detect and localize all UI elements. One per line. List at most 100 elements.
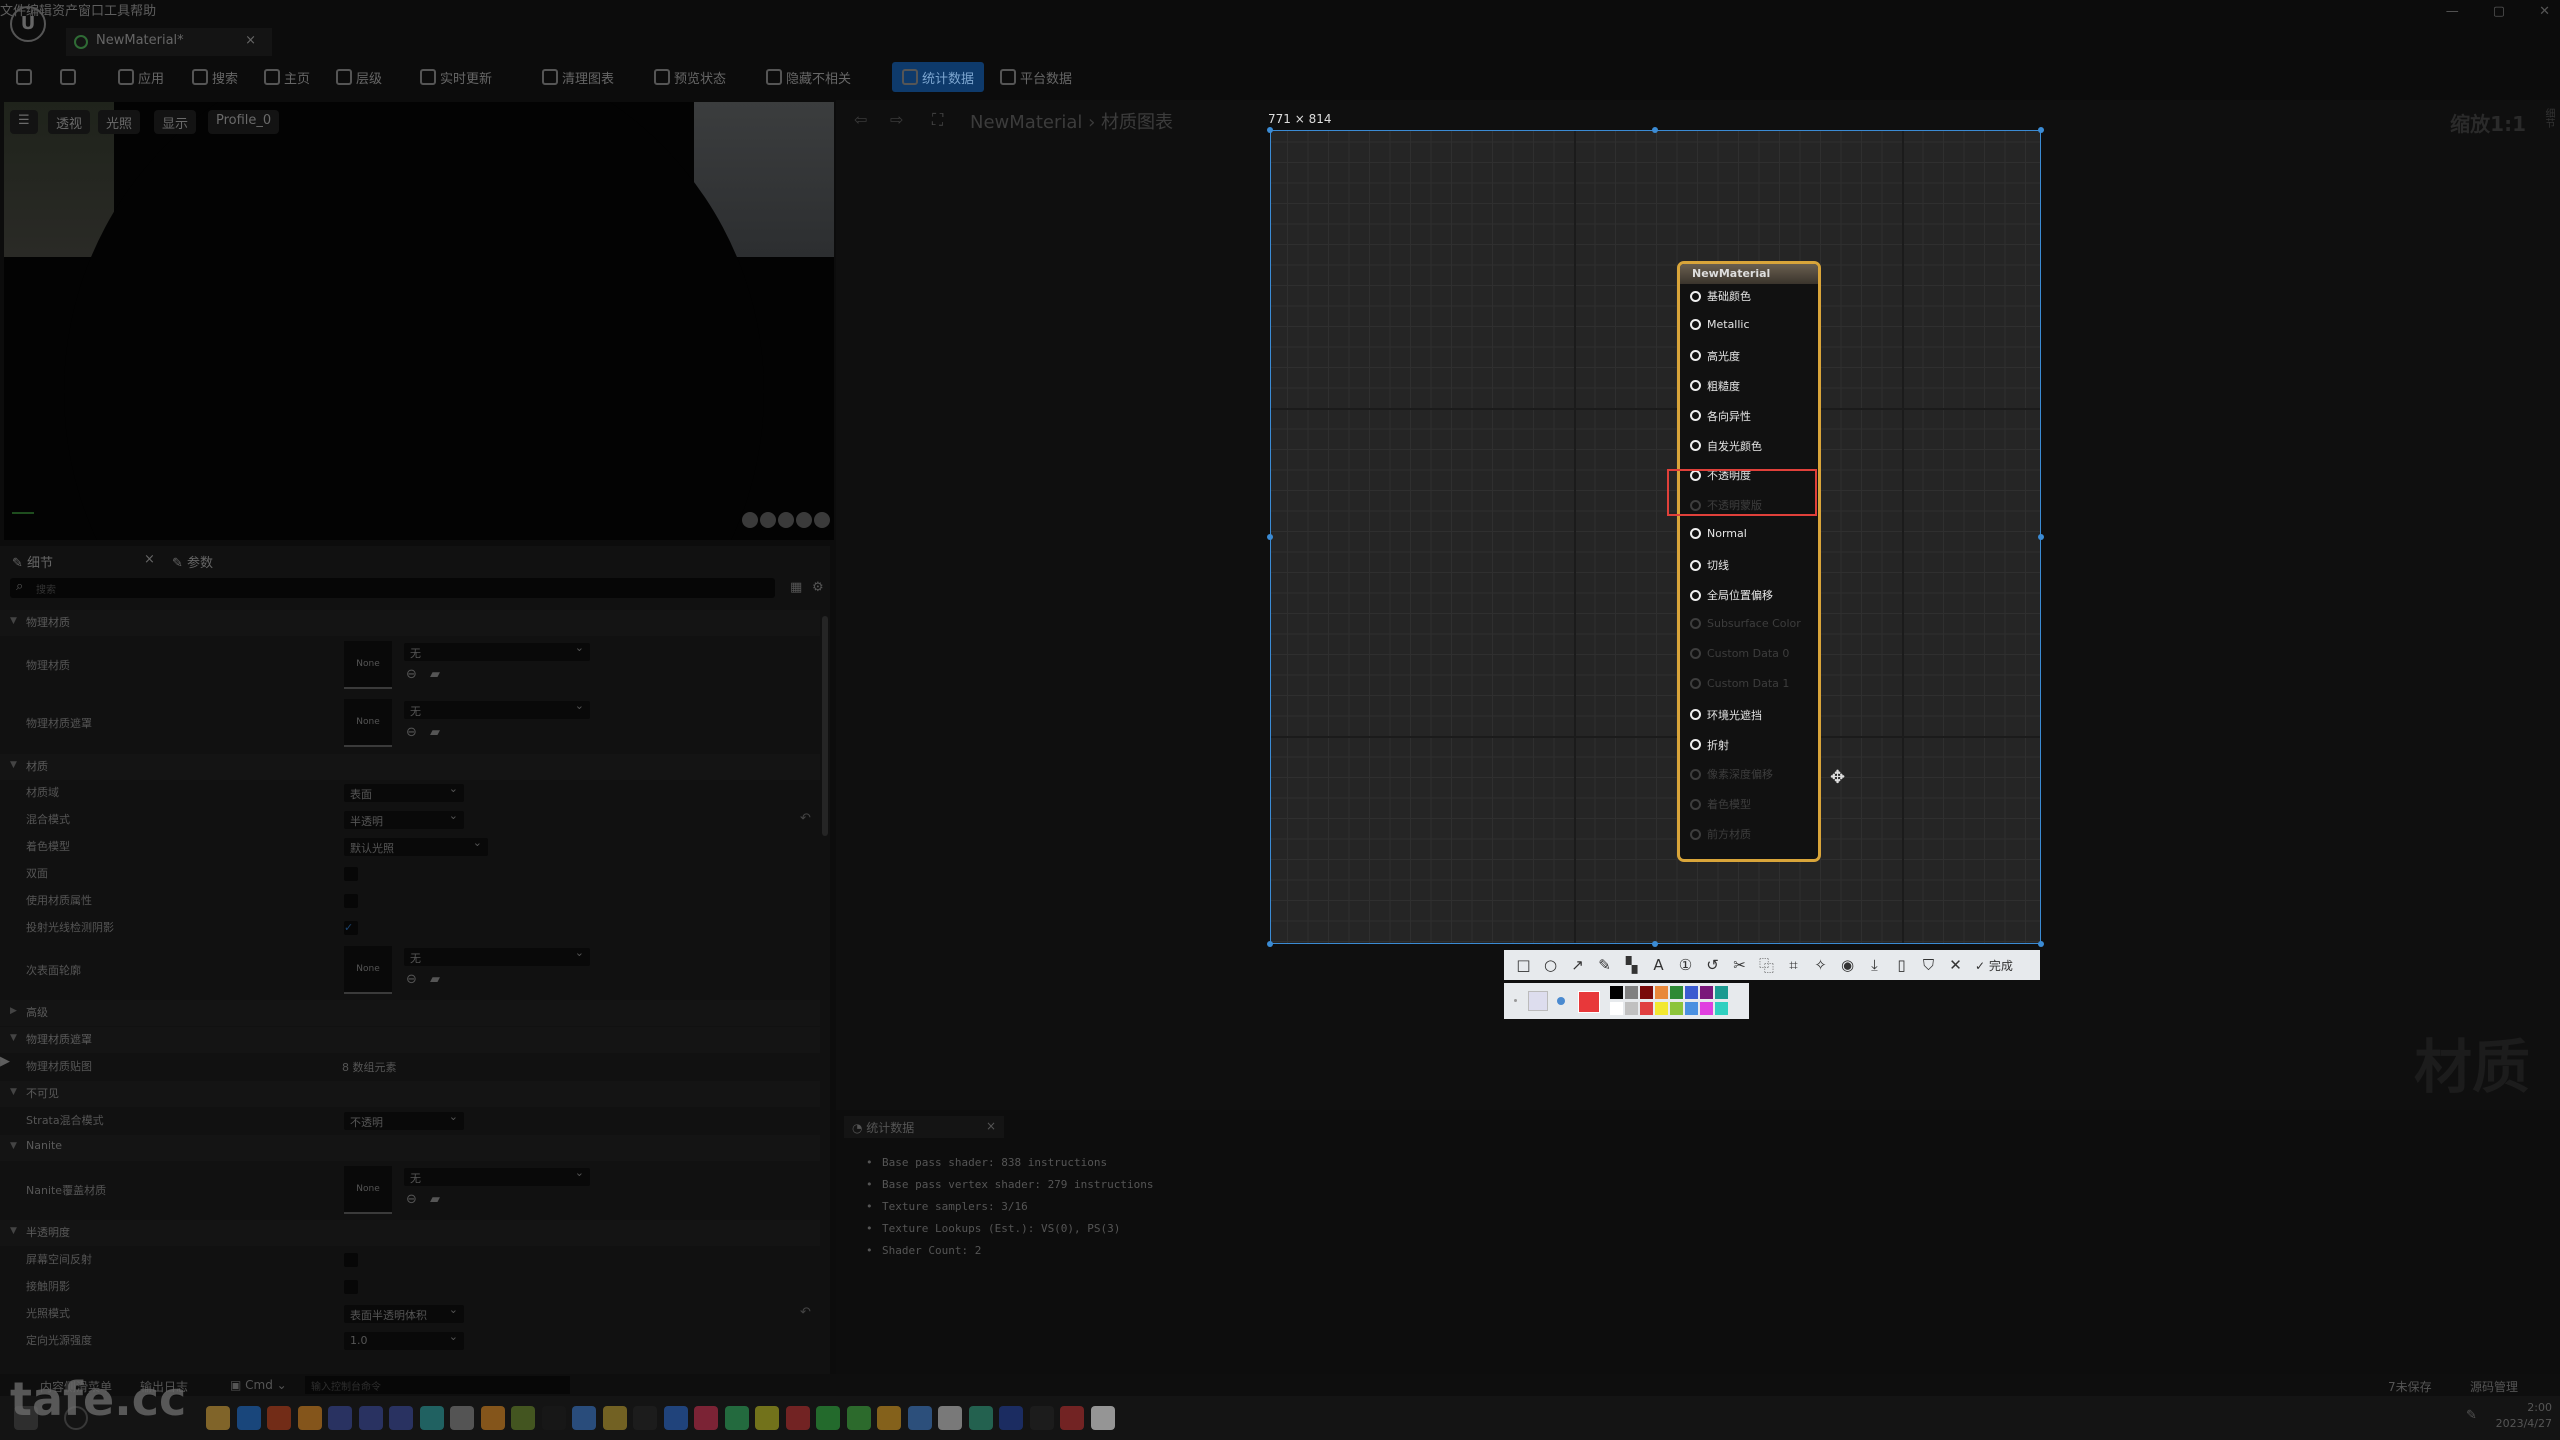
node-pin[interactable]: Normal [1690, 527, 1747, 540]
node-pin[interactable]: 粗糙度 [1690, 378, 1740, 394]
preview-viewport[interactable]: ☰ 透视 光照 显示 Profile_0 [4, 102, 834, 540]
menu-item[interactable]: 窗口 [78, 4, 104, 19]
toolbar-button[interactable]: 清理图表 [542, 62, 614, 92]
use-selected-icon[interactable]: ⊖ [406, 972, 417, 987]
color-swatch[interactable] [1700, 1002, 1713, 1015]
color-swatch[interactable] [1655, 1002, 1668, 1015]
node-pin[interactable]: Subsurface Color [1690, 617, 1801, 630]
number-icon[interactable]: ① [1672, 956, 1699, 974]
color-swatch[interactable] [1670, 1002, 1683, 1015]
app-icon[interactable] [755, 1406, 779, 1430]
unsaved-button[interactable]: 7未保存 [2388, 1378, 2432, 1395]
qq-icon[interactable] [785, 1406, 810, 1430]
details-category[interactable]: ▼ 不可见 [0, 1081, 820, 1107]
preview-mesh-buttons[interactable] [742, 512, 830, 528]
property-checkbox[interactable] [344, 1253, 358, 1267]
menu-item[interactable]: 帮助 [130, 4, 156, 19]
breadcrumb-item[interactable]: 材质图表 [1101, 112, 1173, 133]
property-dropdown[interactable]: 默认光照 [344, 836, 488, 856]
stats-close-button[interactable]: × [986, 1119, 996, 1133]
toolbar-button[interactable]: 主页 [264, 62, 310, 92]
photoshop-icon[interactable] [236, 1406, 261, 1430]
menu-item[interactable]: 资产 [52, 4, 78, 19]
toolbar-button[interactable]: 平台数据 [1000, 62, 1072, 92]
color-swatch[interactable] [1610, 986, 1623, 999]
node-pin[interactable]: 折射 [1690, 737, 1729, 753]
toolbar-button[interactable]: 实时更新 [420, 62, 492, 92]
asset-thumbnail[interactable]: None [344, 641, 392, 689]
color-swatch[interactable] [1715, 1002, 1728, 1015]
undo-icon[interactable]: ↺ [1699, 956, 1726, 974]
explorer-icon[interactable] [206, 1406, 230, 1430]
color-swatch[interactable] [1610, 1002, 1623, 1015]
node-pin[interactable]: 着色模型 [1690, 796, 1751, 812]
cinema4d-icon[interactable] [328, 1406, 352, 1430]
property-checkbox[interactable] [344, 867, 358, 881]
close-icon[interactable]: ✕ [1942, 956, 1969, 974]
expanded-arrow-icon[interactable]: ▼ [10, 760, 17, 770]
details-category[interactable]: ▼ Nanite [0, 1135, 820, 1161]
translate-icon[interactable]: ⿻ [1753, 955, 1780, 976]
node-pin[interactable]: 各向异性 [1690, 408, 1751, 424]
toolbar-button[interactable]: 统计数据 [892, 62, 985, 92]
node-pin[interactable]: 基础颜色 [1690, 288, 1751, 304]
chrome-icon[interactable] [877, 1406, 901, 1430]
material-result-node[interactable]: NewMaterial 基础颜色 Metallic 高光度 粗糙度 各向异性 自发光颜色不… [1677, 261, 1821, 862]
brush-size-medium[interactable] [1528, 991, 1548, 1011]
node-pin[interactable]: 像素深度偏移 [1690, 766, 1773, 782]
bookmark-icon[interactable]: ⛉ [1915, 956, 1942, 974]
expanded-arrow-icon[interactable]: ▼ [10, 1141, 17, 1151]
pin-connector-icon[interactable] [1690, 528, 1701, 540]
details-search-input[interactable]: ⌕ 搜索 [10, 578, 775, 598]
node-pin[interactable]: Custom Data 1 [1690, 677, 1789, 690]
ocr-icon[interactable]: ⌗ [1780, 956, 1807, 974]
browse-folder-icon[interactable]: ▰ [430, 725, 440, 740]
substance-icon[interactable] [541, 1406, 566, 1430]
asset-dropdown[interactable]: 无 [404, 641, 590, 661]
node-pin[interactable]: 自发光颜色 [1690, 438, 1762, 454]
asset-thumbnail[interactable]: None [344, 1166, 392, 1214]
property-dropdown[interactable]: 表面半透明体积 [344, 1303, 464, 1323]
asset-dropdown[interactable]: 无 [404, 1166, 590, 1186]
wechat-icon[interactable] [816, 1406, 840, 1430]
expanded-arrow-icon[interactable]: ▼ [10, 1033, 17, 1043]
app-icon[interactable] [846, 1406, 871, 1430]
color-swatch[interactable] [1640, 1002, 1653, 1015]
maximize-button[interactable]: ▢ [2493, 4, 2505, 19]
arrow-icon[interactable]: ↗ [1564, 956, 1591, 974]
node-pin[interactable]: Metallic [1690, 318, 1750, 331]
pin-connector-icon[interactable] [1690, 647, 1701, 659]
cut-icon[interactable]: ✂ [1726, 956, 1753, 974]
record-icon[interactable]: ◉ [1834, 956, 1861, 974]
close-window-button[interactable]: ✕ [2539, 4, 2550, 19]
use-selected-icon[interactable]: ⊖ [406, 667, 417, 682]
save-icon[interactable] [16, 62, 32, 92]
viewport-button[interactable]: 透视 [48, 110, 91, 134]
details-category[interactable]: ▶ 高级 [0, 1000, 820, 1026]
blender-icon[interactable] [297, 1406, 322, 1430]
app-icon[interactable] [724, 1406, 749, 1430]
viewport-button[interactable]: ☰ [10, 110, 38, 134]
illustrator-icon[interactable] [267, 1406, 291, 1430]
toolbar-button[interactable]: 搜索 [192, 62, 238, 92]
pin-connector-icon[interactable] [1690, 380, 1701, 392]
property-dropdown[interactable]: 半透明 [344, 809, 464, 829]
text-icon[interactable]: A [1645, 956, 1672, 974]
details-side-tab[interactable]: 细节 [2542, 108, 2556, 178]
pin-connector-icon[interactable] [1690, 290, 1701, 302]
pin-connector-icon[interactable] [1690, 828, 1701, 840]
3dsmax-icon[interactable] [419, 1406, 444, 1430]
mudbox-icon[interactable] [694, 1406, 718, 1430]
viewport-button[interactable]: 显示 [154, 110, 197, 134]
app-icon[interactable] [968, 1406, 993, 1430]
color-swatch[interactable] [1685, 986, 1698, 999]
property-checkbox[interactable] [344, 894, 358, 908]
viewport-button[interactable]: Profile_0 [208, 110, 280, 134]
marmoset-icon[interactable] [480, 1406, 505, 1430]
color-swatch[interactable] [1685, 1002, 1698, 1015]
reset-to-default-icon[interactable]: ↶ [800, 1305, 811, 1320]
toolbar-button[interactable]: 应用 [118, 62, 164, 92]
node-pin[interactable]: 切线 [1690, 557, 1729, 573]
node-pin[interactable]: 高光度 [1690, 348, 1740, 364]
node-pin[interactable]: 前方材质 [1690, 826, 1751, 842]
